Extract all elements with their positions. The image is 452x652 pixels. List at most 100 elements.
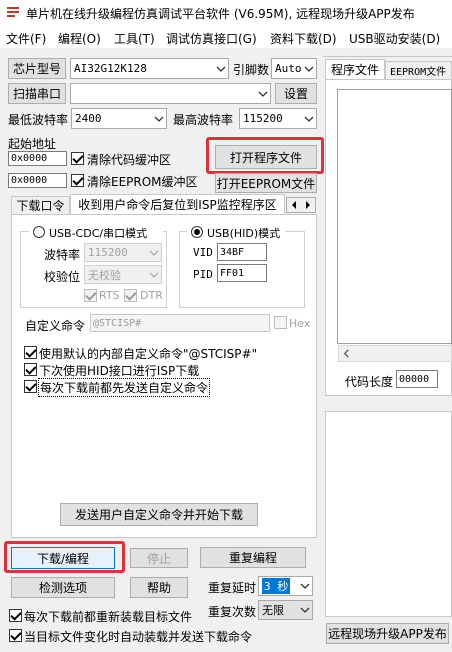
min-baud-label: 最低波特率: [8, 113, 69, 127]
settings-button[interactable]: 设置: [275, 83, 317, 104]
tab-eeprom-file[interactable]: EEPROM文件: [385, 61, 452, 80]
code-length-label: 代码长度: [345, 375, 394, 389]
cdc-parity-value: 无校验: [88, 268, 121, 282]
pid-label: PID: [193, 268, 213, 281]
start-address-label: 起始地址: [8, 137, 57, 151]
auto-reload-checkbox[interactable]: [9, 629, 22, 642]
menu-debug[interactable]: 调试仿真接口(G): [166, 30, 257, 47]
hex-checkbox[interactable]: [274, 316, 287, 329]
program-hex-view[interactable]: [337, 89, 452, 344]
usb-cdc-label: USB-CDC/串口模式: [49, 227, 148, 240]
repeat-delay-label: 重复延时: [208, 581, 257, 595]
chevron-down-icon: [149, 250, 159, 256]
chevron-left-icon[interactable]: [287, 198, 301, 212]
highlight-box: [206, 137, 324, 174]
vid-input[interactable]: 34BF: [217, 243, 267, 261]
repeat-count-label: 重复次数: [208, 605, 257, 619]
clear-code-checkbox[interactable]: [71, 152, 84, 165]
cdc-parity-label: 校验位: [44, 270, 81, 284]
reload-each-checkbox[interactable]: [9, 609, 22, 622]
auto-reload-label: 当目标文件变化时自动装载并发送下载命令: [24, 630, 253, 644]
chevron-down-icon: [216, 66, 226, 72]
repeat-count-value: 无限: [262, 604, 284, 617]
right-divider: [323, 56, 452, 57]
clear-eeprom-label: 清除EEPROM缓冲区: [87, 175, 198, 189]
dtr-checkbox[interactable]: [124, 289, 137, 302]
highlight-box: [4, 541, 125, 573]
code-length-value: 00000: [396, 370, 438, 388]
menu-bar: 文件(F) 编程(O) 工具(T) 调试仿真接口(G) 资料下载(D) USB驱…: [0, 28, 452, 48]
vid-label: VID: [193, 246, 213, 259]
menu-usb-driver[interactable]: USB驱动安装(D): [349, 30, 440, 47]
clear-code-label: 清除代码缓冲区: [87, 153, 172, 167]
tab-scroll-buttons: [286, 197, 316, 213]
chevron-down-icon: [304, 66, 314, 72]
reprogram-button[interactable]: 重复编程: [200, 547, 306, 568]
chevron-down-icon: [149, 272, 159, 278]
scan-port-button[interactable]: 扫描串口: [8, 83, 66, 104]
check-options-button[interactable]: 检测选项: [11, 577, 115, 598]
usb-hid-label: USB(HID)模式: [207, 227, 281, 240]
app-icon: [6, 5, 20, 19]
window-title: 单片机在线升级编程仿真调试平台软件 (V6.95M), 远程现场升级APP发布: [26, 7, 415, 21]
usb-cdc-radio[interactable]: [33, 226, 45, 238]
rts-label: RTS: [99, 289, 120, 302]
stop-button[interactable]: 停止: [130, 548, 188, 568]
cdc-baud-value: 115200: [88, 246, 128, 259]
tab-reset-isp[interactable]: 收到用户命令后复位到ISP监控程序区: [70, 194, 285, 215]
max-baud-label: 最高波特率: [173, 113, 234, 127]
max-baud-value: 115200: [243, 112, 283, 125]
open-eeprom-file-button[interactable]: 打开EEPROM文件: [215, 173, 317, 193]
chip-model-button[interactable]: 芯片型号: [8, 58, 66, 79]
menu-tools[interactable]: 工具(T): [114, 30, 155, 47]
custom-command-input[interactable]: @STCISP#: [90, 314, 270, 332]
rts-checkbox[interactable]: [84, 289, 97, 302]
chevron-down-icon: [258, 91, 268, 97]
scroll-left-icon[interactable]: [342, 349, 351, 358]
port-select[interactable]: [70, 83, 271, 104]
chevron-down-icon: [304, 116, 314, 122]
tab-download-password[interactable]: 下载口令: [11, 196, 70, 215]
default-command-label: 使用默认的内部自定义命令"@STCISP#": [39, 347, 258, 361]
clear-eeprom-checkbox[interactable]: [71, 174, 84, 187]
menu-downloads[interactable]: 资料下载(D): [270, 30, 337, 47]
pins-label: 引脚数: [233, 63, 270, 77]
default-command-checkbox[interactable]: [24, 346, 37, 359]
repeat-delay-select[interactable]: 3 秒: [258, 576, 313, 596]
reload-each-label: 每次下载前都重新装载目标文件: [24, 610, 193, 624]
output-log[interactable]: [325, 411, 452, 617]
min-baud-select[interactable]: 2400: [71, 108, 167, 129]
chip-model-select[interactable]: AI32G12K128: [70, 58, 229, 79]
chevron-right-icon[interactable]: [301, 198, 315, 212]
menu-program[interactable]: 编程(O): [58, 30, 101, 47]
code-address-input[interactable]: 0x0000: [8, 151, 67, 166]
chip-model-value: AI32G12K128: [74, 62, 147, 75]
remote-upgrade-button[interactable]: 远程现场升级APP发布: [326, 623, 449, 644]
send-custom-download-button[interactable]: 发送用户自定义命令并开始下载: [60, 503, 258, 526]
pins-select[interactable]: Auto: [271, 58, 317, 79]
pid-input[interactable]: FF01: [217, 264, 267, 282]
hex-label: Hex: [289, 317, 311, 330]
horizontal-scrollbar[interactable]: [338, 345, 452, 362]
chevron-down-icon: [154, 116, 164, 122]
max-baud-select[interactable]: 115200: [239, 108, 317, 129]
repeat-delay-value: 3 秒: [262, 578, 291, 594]
tab-program-file[interactable]: 程序文件: [325, 59, 385, 80]
chevron-down-icon: [300, 607, 310, 613]
send-custom-each-checkbox[interactable]: [24, 380, 37, 393]
cdc-baud-select[interactable]: 115200: [84, 243, 162, 262]
pins-value: Auto: [275, 62, 302, 75]
usb-hid-radio[interactable]: [191, 226, 203, 238]
dtr-label: DTR: [140, 289, 163, 302]
hid-next-label: 下次使用HID接口进行ISP下载: [39, 364, 200, 378]
eeprom-address-input[interactable]: 0x0000: [8, 173, 67, 188]
hid-next-checkbox[interactable]: [24, 363, 37, 376]
repeat-count-select[interactable]: 无限: [258, 600, 313, 620]
cdc-baud-label: 波特率: [44, 248, 81, 262]
custom-command-label: 自定义命令: [25, 319, 86, 333]
chevron-down-icon: [300, 583, 310, 589]
cdc-parity-select[interactable]: 无校验: [84, 265, 162, 284]
menu-file[interactable]: 文件(F): [6, 30, 46, 47]
title-bar: 单片机在线升级编程仿真调试平台软件 (V6.95M), 远程现场升级APP发布: [0, 0, 452, 28]
help-button[interactable]: 帮助: [130, 577, 188, 598]
